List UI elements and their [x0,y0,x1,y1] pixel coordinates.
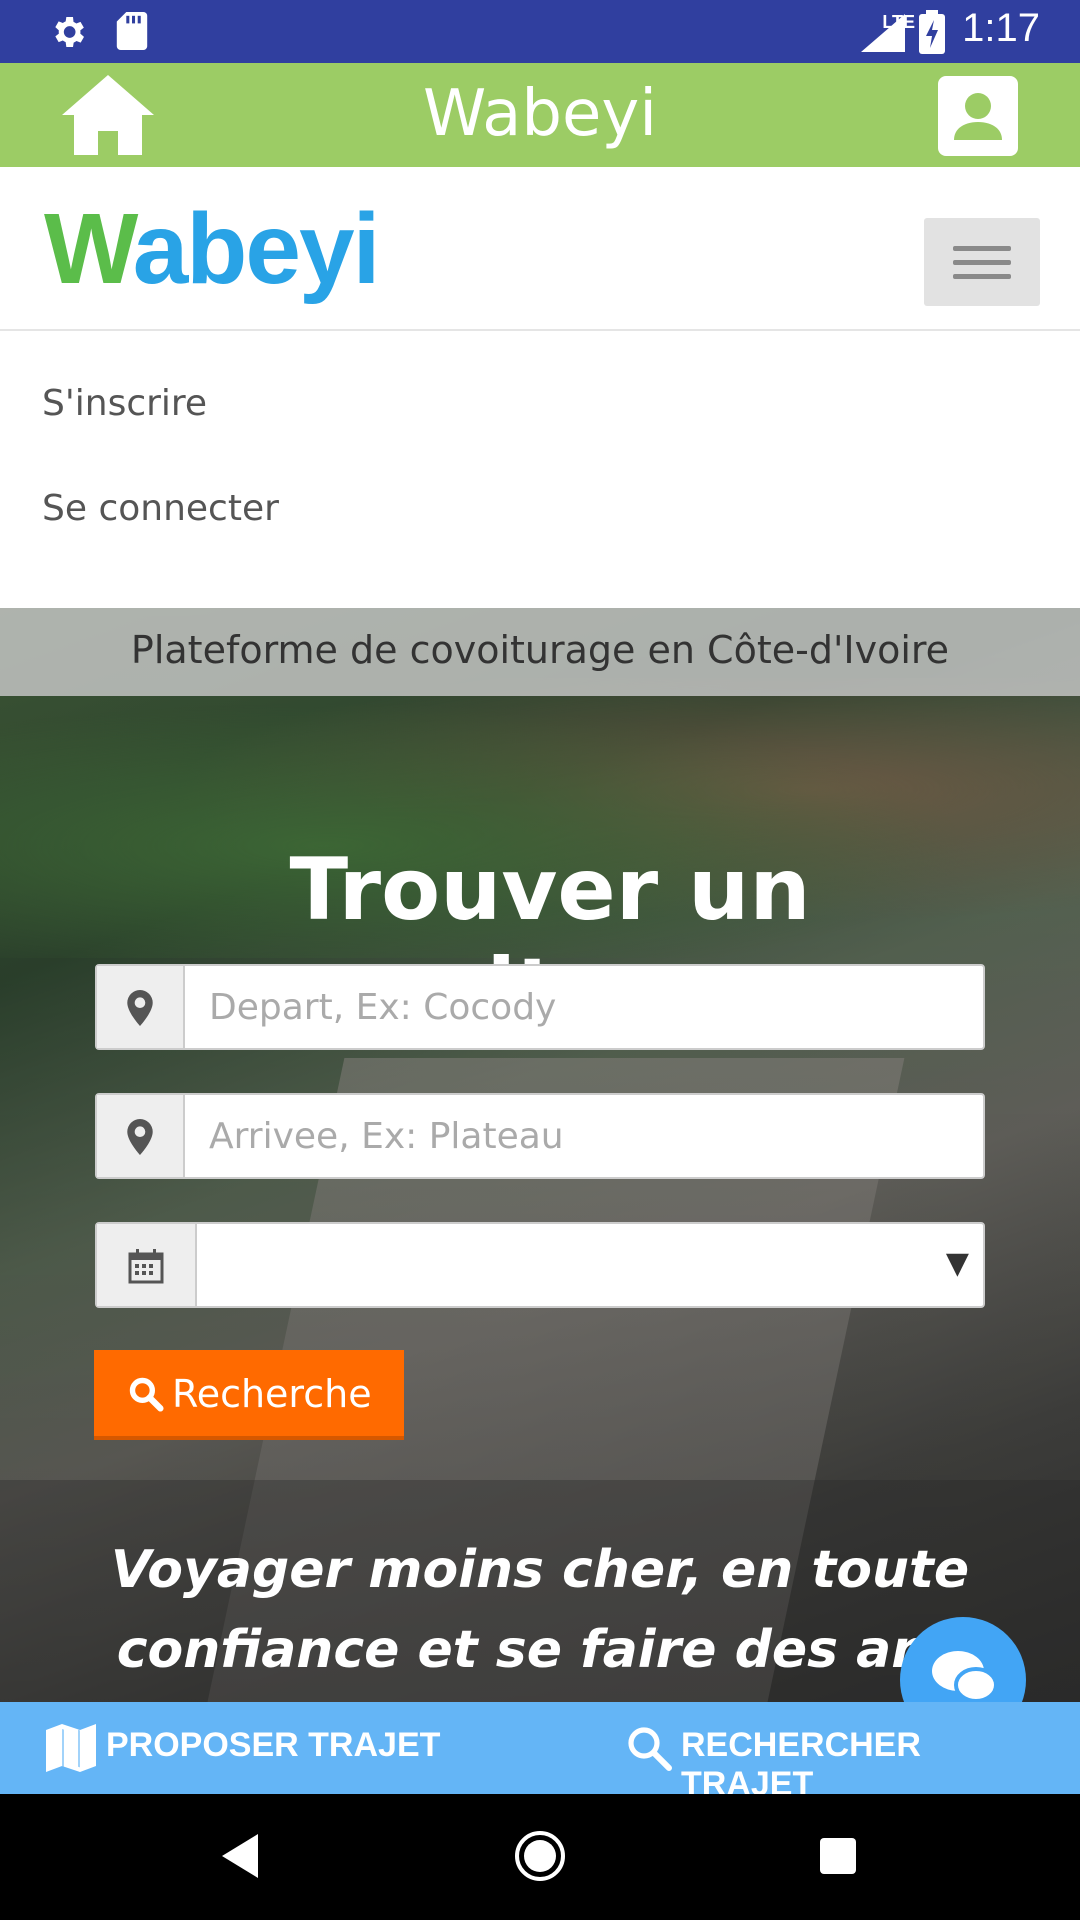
app-bar: Wabeyi [0,63,1080,167]
search-icon [628,1727,672,1771]
map-icon [46,1724,96,1772]
menu-toggle-button[interactable] [924,218,1040,306]
search-icon [129,1377,164,1412]
arrival-field [95,1093,985,1179]
arrival-input[interactable] [207,1109,951,1163]
wabeyi-logo[interactable]: Wabeyi [44,199,380,299]
recents-icon[interactable] [820,1838,856,1874]
departure-field [95,964,985,1050]
calendar-icon [128,1249,164,1284]
date-addon [97,1224,197,1306]
search-trip-button[interactable]: RECHERCHER TRAJET [625,1702,1055,1803]
clock: 1:17 [962,6,1040,50]
dropdown-caret-icon: ▼ [945,1246,969,1281]
status-bar: LTE 1:17 [0,0,1080,63]
signup-link[interactable]: S'inscrire [42,383,207,424]
battery-charging-icon [919,10,945,54]
departure-addon [97,966,185,1048]
settings-icon [55,17,84,47]
tagline-banner: Plateforme de covoiturage en Côte-d'Ivoi… [0,608,1080,696]
site-header: Wabeyi [0,167,1080,331]
propose-trip-label: PROPOSER TRAJET [106,1726,441,1764]
slogan-line-1: Voyager moins cher, en toute [110,1540,970,1600]
propose-trip-button[interactable]: PROPOSER TRAJET [46,1702,446,1794]
search-button[interactable]: Recherche [94,1350,404,1440]
logo-letter-w: W [44,193,135,305]
map-marker-icon [127,1119,153,1155]
system-nav-bar [0,1794,1080,1920]
app-title: Wabeyi [422,77,658,151]
chat-icon [932,1651,998,1703]
arrival-addon [97,1095,185,1177]
tagline-text: Plateforme de covoiturage en Côte-d'Ivoi… [130,628,950,672]
home-nav-icon[interactable] [514,1830,566,1882]
bottom-action-bar: PROPOSER TRAJET RECHERCHER TRAJET [0,1702,1080,1803]
date-select[interactable]: ▼ [95,1222,985,1308]
map-marker-icon [127,990,153,1026]
departure-input[interactable] [207,980,951,1034]
account-button[interactable] [938,76,1018,156]
back-icon[interactable] [222,1834,258,1878]
logo-text: abeyi [132,193,381,305]
search-button-label: Recherche [172,1372,372,1416]
login-link[interactable]: Se connecter [42,488,279,529]
person-icon [954,93,1002,140]
signal-icon [861,14,905,52]
sd-card-icon [116,12,148,50]
search-trip-label: RECHERCHER TRAJET [681,1726,921,1803]
